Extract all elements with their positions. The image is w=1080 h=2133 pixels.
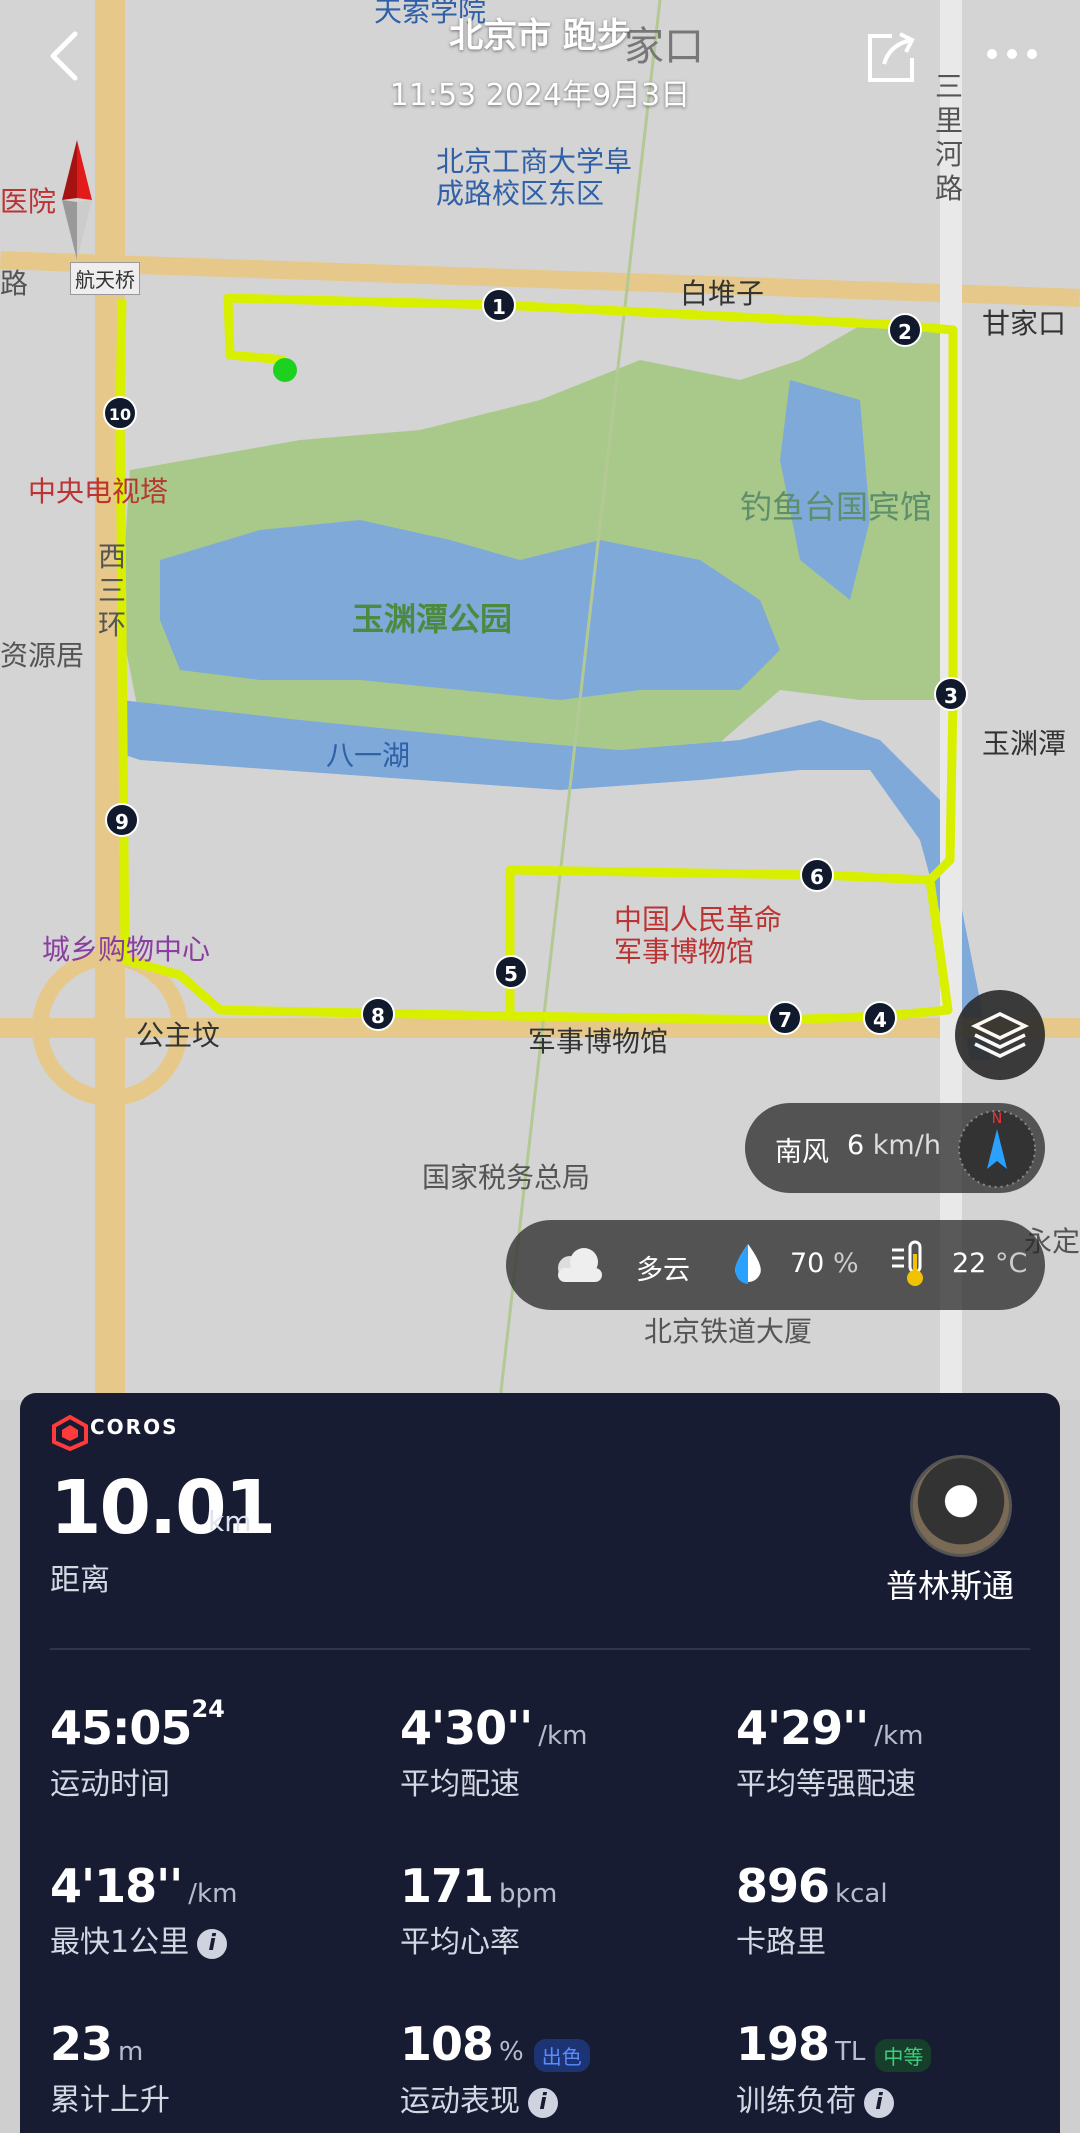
stat-duration: 45:0524 运动时间 <box>50 1695 225 1802</box>
map-label: 甘家口 <box>982 307 1067 340</box>
temperature-value: 22 °C <box>952 1248 1028 1279</box>
map-label: 钓鱼台国宾馆 <box>740 488 933 526</box>
stat-ascent: 23 m 累计上升 <box>50 2017 170 2118</box>
km-marker[interactable]: 8 <box>361 997 395 1031</box>
km-marker[interactable]: 10 <box>103 396 137 430</box>
km-marker[interactable]: 5 <box>494 955 528 989</box>
km-marker[interactable]: 6 <box>800 858 834 892</box>
map-label: 成路校区东区 <box>436 177 605 210</box>
weather-condition: 多云 <box>636 1255 690 1286</box>
page-title: 北京市 跑步 <box>449 16 631 56</box>
map-label: 北京铁道大厦 <box>644 1315 813 1348</box>
info-icon[interactable]: i <box>864 2087 894 2118</box>
map-label: 玉渊潭 <box>982 727 1067 760</box>
map-label: 白堆子 <box>680 277 765 310</box>
layers-icon <box>970 1012 1030 1058</box>
stat-grade-pace: 4'29''/km 平均等强配速 <box>736 1701 924 1802</box>
temperature-icon <box>892 1240 923 1286</box>
info-icon[interactable]: i <box>197 1928 228 1959</box>
wind-direction: 南风 <box>775 1137 829 1168</box>
status-badge: 中等 <box>875 2039 932 2072</box>
stat-heart-rate: 171 bpm 平均心率 <box>400 1859 558 1960</box>
humidity-icon <box>735 1244 761 1284</box>
map-layers-button[interactable] <box>955 990 1045 1080</box>
map-label: 军事博物馆 <box>528 1025 669 1058</box>
map-label: 玉渊潭公园 <box>352 600 513 638</box>
wind-info: 南风 6 km/h N <box>745 1103 1045 1193</box>
map-label: 西三环 <box>98 540 127 641</box>
stat-fastest-km: 4'18''/km 最快1公里 i <box>50 1859 238 1960</box>
map-label: 医院 <box>0 185 57 218</box>
stat-avg-pace: 4'30''/km 平均配速 <box>400 1701 588 1802</box>
km-marker[interactable]: 4 <box>863 1001 897 1035</box>
distance-unit: km <box>208 1505 252 1538</box>
activity-datetime: 11:53 2024年9月3日 <box>389 78 691 113</box>
svg-text:N: N <box>992 1111 1002 1127</box>
map-label: 八一湖 <box>326 739 411 772</box>
humidity-value: 70 % <box>790 1248 859 1279</box>
map-label: 资源居 <box>0 639 85 672</box>
divider <box>50 1648 1030 1650</box>
user-name[interactable]: 普林斯通 <box>886 1561 1014 1607</box>
activity-summary-card: COROS 10.01 km 距离 普林斯通 45:0524 运动时间 4'30… <box>20 1393 1060 2133</box>
map-label: 路 <box>0 267 29 300</box>
map-label: 中央电视塔 <box>28 475 169 508</box>
stat-training-load: 198 TL 中等 训练负荷 i <box>736 2017 932 2120</box>
km-marker[interactable]: 2 <box>888 313 922 347</box>
map-label: 公主坟 <box>136 1019 221 1052</box>
weather-info: 多云 70 % 22 °C <box>506 1220 1045 1310</box>
more-options-icon[interactable] <box>984 44 1040 64</box>
map-label: 国家税务总局 <box>422 1161 591 1194</box>
map-label: 城乡购物中心 <box>42 933 211 966</box>
km-marker[interactable]: 9 <box>105 803 139 837</box>
avatar[interactable] <box>910 1455 1012 1557</box>
map-compass-icon[interactable] <box>52 140 102 260</box>
stat-performance: 108% 出色 运动表现 i <box>400 2017 590 2120</box>
wind-compass-icon: N <box>958 1110 1036 1188</box>
map-label: 航天桥 <box>70 262 140 295</box>
coros-logo-icon <box>52 1415 88 1451</box>
map-label: 军事博物馆 <box>614 935 755 968</box>
status-badge: 出色 <box>533 2039 590 2072</box>
top-bar: 北京市 跑步 11:53 2024年9月3日 <box>0 0 1080 120</box>
km-marker[interactable]: 3 <box>934 677 968 711</box>
info-icon[interactable]: i <box>528 2087 558 2118</box>
km-marker[interactable]: 1 <box>482 288 516 322</box>
brand-name: COROS <box>90 1415 179 1439</box>
cloudy-icon <box>558 1248 602 1282</box>
distance-label: 距离 <box>50 1563 110 1598</box>
stat-calories: 896 kcal 卡路里 <box>736 1859 888 1960</box>
share-icon[interactable] <box>862 30 918 86</box>
wind-speed: 6 km/h <box>847 1130 941 1161</box>
km-marker[interactable]: 7 <box>768 1001 802 1035</box>
